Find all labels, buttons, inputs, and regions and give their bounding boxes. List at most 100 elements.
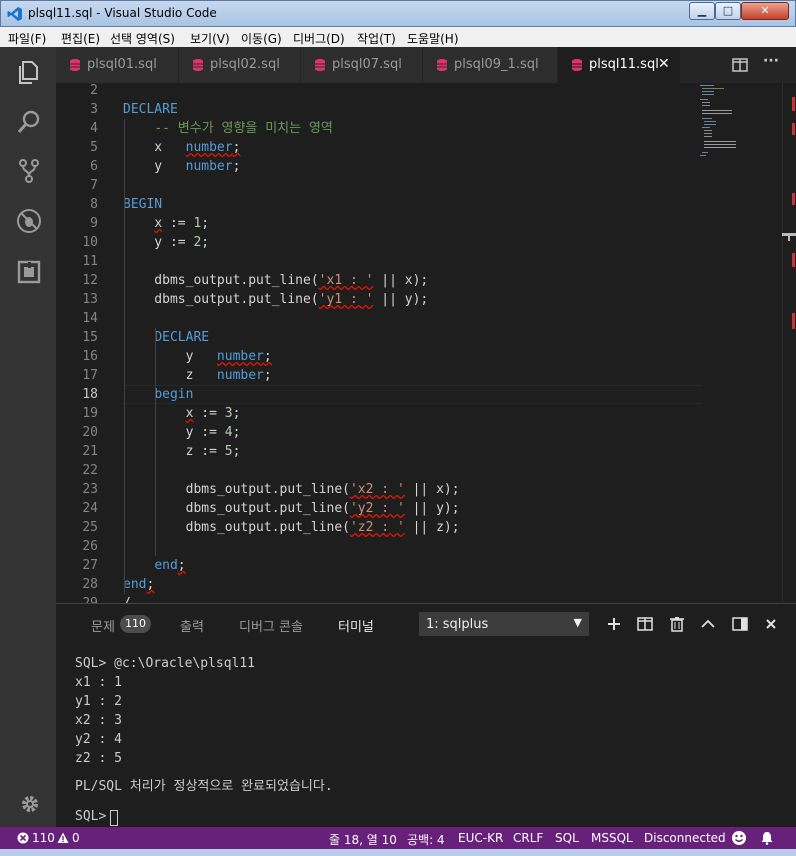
- menu-help[interactable]: 도움말(H): [407, 30, 459, 47]
- debug-icon[interactable]: [16, 208, 42, 234]
- chevron-up-icon[interactable]: [700, 616, 716, 632]
- line-number: 4: [90, 121, 98, 136]
- tab-plsql09-1[interactable]: plsql09_1.sql: [423, 47, 558, 83]
- code-line: 3 DECLARE: [56, 100, 716, 119]
- menu-debug[interactable]: 디버그(D): [293, 30, 345, 47]
- close-window-button[interactable]: ✕: [741, 2, 789, 20]
- tab-problems[interactable]: 문제: [91, 616, 115, 635]
- menu-selection[interactable]: 선택 영역(S): [110, 30, 175, 47]
- menu-go[interactable]: 이동(G): [241, 30, 282, 47]
- code-token: x: [154, 216, 163, 231]
- close-panel-icon[interactable]: [763, 616, 779, 632]
- database-icon: [70, 59, 80, 71]
- code-token: dbms_output.put_line(: [123, 501, 350, 516]
- code-token: ;: [177, 558, 186, 573]
- code-token: :=: [193, 406, 225, 421]
- tab-output[interactable]: 출력: [180, 616, 204, 635]
- editor-tabs: plsql01.sql plsql02.sql plsql07.sql plsq…: [56, 47, 796, 83]
- terminal-select[interactable]: 1: sqlplus ▼: [419, 612, 589, 636]
- line-number: 17: [82, 368, 98, 383]
- warning-count[interactable]: 0: [72, 831, 80, 845]
- tab-terminal[interactable]: 터미널: [338, 616, 374, 635]
- tab-label: plsql07.sql: [332, 57, 402, 72]
- close-icon[interactable]: ✕: [658, 56, 670, 72]
- line-number: 23: [82, 482, 98, 497]
- minimap[interactable]: [696, 83, 796, 603]
- bell-icon[interactable]: [760, 831, 774, 845]
- tab-plsql02[interactable]: plsql02.sql: [179, 47, 301, 83]
- code-text: y := 4;: [123, 423, 241, 442]
- menu-view[interactable]: 보기(V): [190, 30, 230, 47]
- problems-count-badge: 110: [120, 615, 151, 633]
- terminal-select-value: 1: sqlplus: [426, 617, 489, 632]
- warning-icon[interactable]: [57, 832, 69, 844]
- search-icon[interactable]: [16, 109, 42, 135]
- encoding[interactable]: EUC-KR: [458, 831, 503, 845]
- code-text: begin: [123, 385, 193, 404]
- menu-edit[interactable]: 편집(E): [61, 30, 100, 47]
- error-icon[interactable]: [17, 832, 29, 844]
- error-count[interactable]: 110: [32, 831, 55, 845]
- code-token: ;: [263, 368, 272, 383]
- explorer-icon[interactable]: [16, 59, 42, 85]
- cursor-position[interactable]: 줄 18, 열 10: [329, 831, 397, 848]
- line-number: 19: [82, 406, 98, 421]
- source-control-icon[interactable]: [16, 158, 42, 184]
- code-line: 27 end;: [56, 556, 716, 575]
- minimize-button[interactable]: ▁: [689, 2, 715, 20]
- line-number: 28: [82, 577, 98, 592]
- extensions-icon[interactable]: [16, 259, 42, 285]
- line-number: 9: [90, 216, 98, 231]
- indent-guide: [124, 119, 125, 594]
- gear-icon[interactable]: [20, 794, 40, 814]
- code-text: end;: [123, 575, 154, 594]
- code-editor[interactable]: 2 3 DECLARE 4 -- 변수가 영향을 미치는 영역 5 x number; 6…: [56, 83, 796, 603]
- menu-bar: 파일(F) 편집(E) 선택 영역(S) 보기(V) 이동(G) 디버그(D) …: [0, 27, 796, 47]
- tab-plsql01[interactable]: plsql01.sql: [56, 47, 179, 83]
- split-editor-icon[interactable]: [732, 57, 748, 73]
- database-icon: [437, 59, 447, 71]
- tab-plsql07[interactable]: plsql07.sql: [301, 47, 423, 83]
- code-text: DECLARE: [123, 328, 209, 347]
- menu-file[interactable]: 파일(F): [8, 30, 46, 47]
- code-line: 4 -- 변수가 영향을 미치는 영역: [56, 119, 716, 138]
- title-bar: plsql11.sql - Visual Studio Code ▁ □ ✕: [0, 0, 796, 27]
- plus-icon[interactable]: [606, 616, 622, 632]
- tab-debug-console[interactable]: 디버그 콘솔: [239, 616, 303, 635]
- code-token: y: [123, 159, 186, 174]
- maximize-panel-icon[interactable]: [732, 616, 748, 632]
- menu-tasks[interactable]: 작업(T): [357, 30, 396, 47]
- more-icon[interactable]: ···: [763, 53, 779, 69]
- code-text: dbms_output.put_line('y1 : ' || y);: [123, 290, 428, 309]
- code-token: || x);: [373, 273, 429, 288]
- maximize-button[interactable]: □: [715, 2, 741, 20]
- database-icon: [315, 59, 325, 71]
- code-token: :=: [162, 216, 194, 231]
- bottom-panel: 문제 110 출력 디버그 콘솔 터미널 1: sqlplus ▼ SQL> @…: [56, 603, 796, 827]
- code-line: 7: [56, 176, 716, 195]
- code-text: z number;: [123, 366, 272, 385]
- indent-guide: [155, 328, 156, 556]
- sql-dialect[interactable]: MSSQL: [591, 831, 633, 845]
- code-token: ;: [232, 444, 241, 459]
- code-token: ;: [201, 235, 210, 250]
- line-number: 2: [90, 83, 98, 98]
- language-mode[interactable]: SQL: [555, 831, 579, 845]
- split-terminal-icon[interactable]: [637, 616, 653, 632]
- code-text: x := 1;: [123, 214, 209, 233]
- code-text: y := 2;: [123, 233, 209, 252]
- tab-plsql11[interactable]: plsql11.sql ✕: [558, 47, 681, 83]
- code-line: 5 x number;: [56, 138, 716, 157]
- code-token: ;: [232, 406, 241, 421]
- smiley-icon[interactable]: [731, 830, 747, 846]
- terminal-prompt: SQL>: [75, 809, 115, 824]
- line-number: 26: [82, 539, 98, 554]
- tab-label: plsql09_1.sql: [454, 57, 539, 72]
- vertical-scrollbar[interactable]: [782, 83, 796, 603]
- trash-icon[interactable]: [669, 616, 685, 632]
- indentation[interactable]: 공백: 4: [407, 831, 445, 848]
- line-ending[interactable]: CRLF: [513, 831, 543, 845]
- connection-status[interactable]: Disconnected: [644, 831, 726, 845]
- code-text: y number;: [123, 157, 240, 176]
